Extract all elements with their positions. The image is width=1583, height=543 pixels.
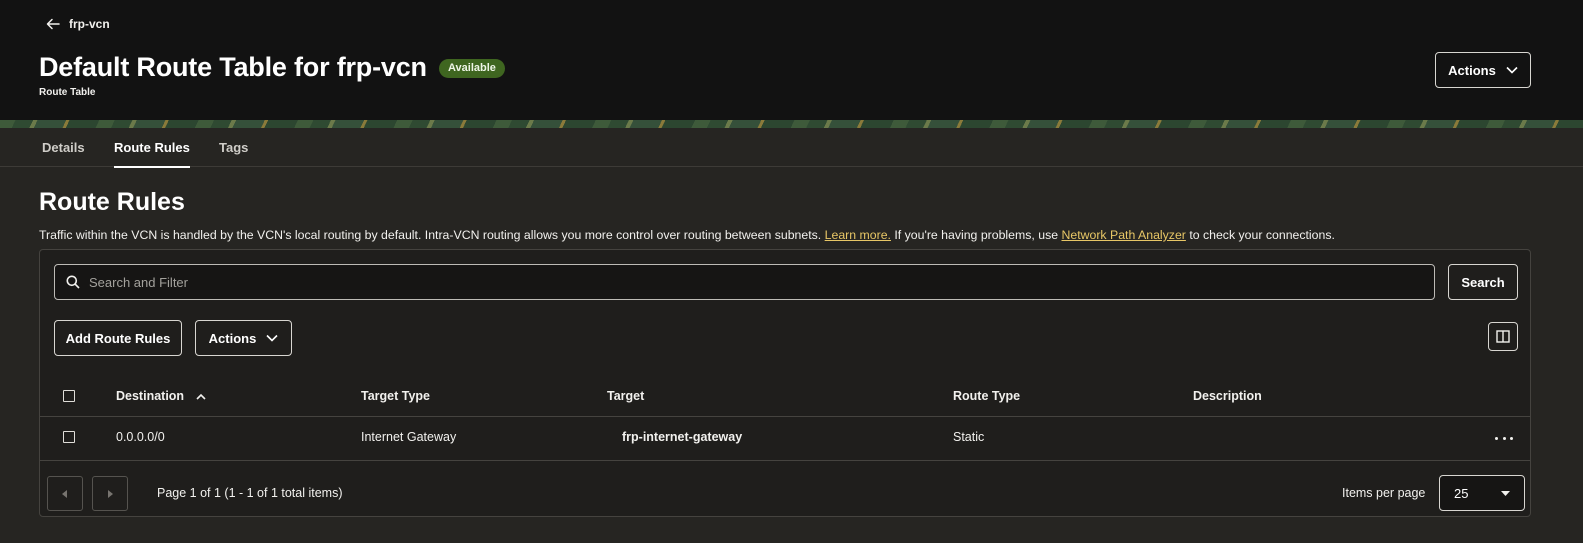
- chevron-down-icon: [1506, 66, 1518, 74]
- column-header-destination-label: Destination: [116, 389, 185, 403]
- table-header-row: Destination Target Type Target Route Typ…: [40, 380, 1530, 417]
- search-button[interactable]: Search: [1448, 264, 1518, 300]
- column-header-description[interactable]: Description: [1193, 380, 1262, 417]
- tab-bar: Details Route Rules Tags: [0, 128, 1583, 168]
- row-checkbox[interactable]: [63, 431, 75, 443]
- items-per-page-select[interactable]: 25: [1439, 475, 1525, 511]
- chevron-left-icon: [62, 489, 67, 498]
- column-header-route-type[interactable]: Route Type: [953, 380, 1020, 417]
- tab-route-rules[interactable]: Route Rules: [114, 128, 190, 168]
- cell-destination: 0.0.0.0/0: [116, 430, 165, 444]
- section-desc-text-3: to check your connections.: [1189, 228, 1335, 242]
- section-description: Traffic within the VCN is handled by the…: [39, 228, 1559, 242]
- cell-route-type: Static: [953, 430, 985, 444]
- arrow-left-icon: [46, 18, 60, 30]
- add-route-rules-button[interactable]: Add Route Rules: [54, 320, 182, 356]
- column-header-destination[interactable]: Destination: [116, 380, 206, 413]
- chevron-down-icon: [266, 334, 278, 342]
- network-path-analyzer-link[interactable]: Network Path Analyzer: [1061, 228, 1185, 242]
- items-per-page-value: 25: [1454, 485, 1469, 501]
- header-actions-button[interactable]: Actions: [1435, 52, 1531, 88]
- chevron-right-icon: [108, 489, 113, 498]
- column-toggle-button[interactable]: [1488, 322, 1518, 351]
- next-page-button[interactable]: [92, 476, 128, 511]
- column-header-target-type[interactable]: Target Type: [361, 380, 430, 417]
- sort-ascending-icon: [196, 393, 206, 400]
- items-per-page-label: Items per page: [1342, 486, 1426, 500]
- back-link[interactable]: frp-vcn: [45, 14, 110, 34]
- tab-details[interactable]: Details: [42, 128, 85, 167]
- table-row: 0.0.0.0/0 Internet Gateway frp-internet-…: [40, 417, 1530, 461]
- table-actions-button[interactable]: Actions: [195, 320, 292, 356]
- back-link-label: frp-vcn: [69, 17, 110, 31]
- status-badge: Available: [439, 59, 505, 78]
- pagination-summary: Page 1 of 1 (1 - 1 of 1 total items): [157, 486, 343, 500]
- header-actions-label: Actions: [1448, 62, 1496, 78]
- previous-page-button[interactable]: [47, 476, 83, 511]
- table-actions-label: Actions: [208, 330, 257, 346]
- search-icon: [66, 275, 80, 289]
- learn-more-link[interactable]: Learn more.: [825, 228, 891, 242]
- cell-target[interactable]: frp-internet-gateway: [622, 417, 742, 461]
- page-title: Default Route Table for frp-vcn: [39, 52, 427, 82]
- route-rules-panel: Search Add Route Rules Actions Destinati…: [39, 249, 1531, 517]
- tab-tags[interactable]: Tags: [219, 128, 248, 167]
- decorative-banner: [0, 120, 1583, 128]
- section-desc-text-1: Traffic within the VCN is handled by the…: [39, 228, 822, 242]
- select-all-checkbox[interactable]: [63, 390, 75, 402]
- cell-target-type: Internet Gateway: [361, 430, 457, 444]
- page-subtitle: Route Table: [39, 87, 96, 98]
- column-header-target[interactable]: Target: [607, 380, 644, 417]
- row-more-actions-icon[interactable]: [1495, 431, 1513, 445]
- columns-icon: [1496, 330, 1510, 343]
- page-header: frp-vcn Default Route Table for frp-vcn …: [0, 0, 1583, 120]
- search-input[interactable]: [89, 274, 1389, 290]
- search-box[interactable]: [54, 264, 1435, 300]
- caret-down-icon: [1501, 490, 1510, 496]
- section-title: Route Rules: [39, 188, 185, 216]
- section-desc-text-2: If you're having problems, use: [894, 228, 1059, 242]
